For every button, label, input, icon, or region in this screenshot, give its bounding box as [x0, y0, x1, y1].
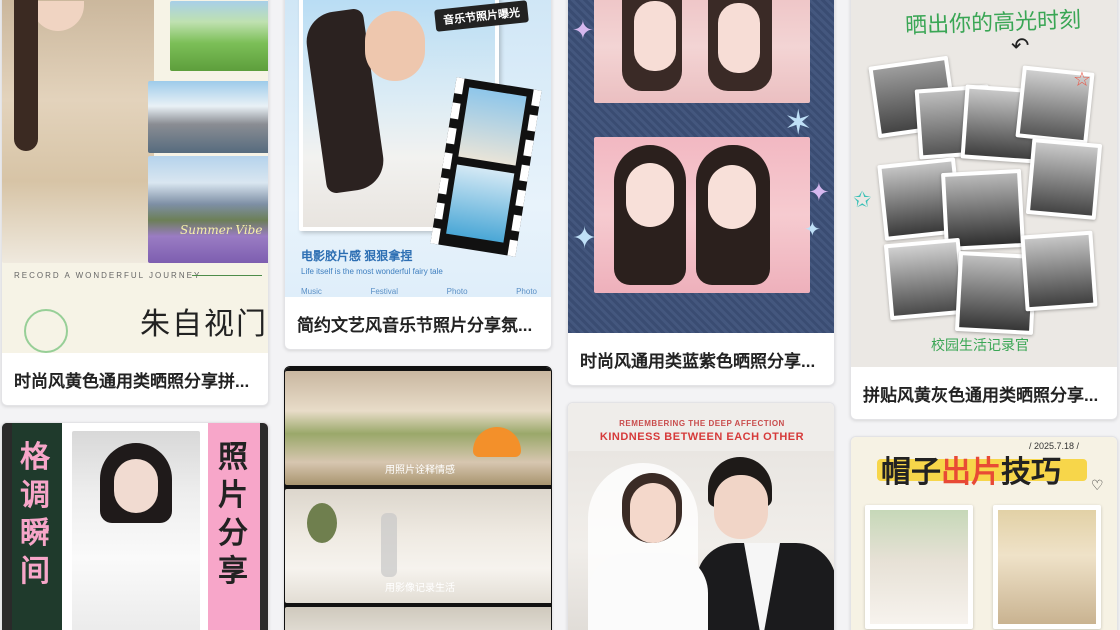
- card-thumbnail: / 2025.7.18 / 帽子出片技巧 ♡: [851, 437, 1117, 630]
- card-headline: KINDNESS BETWEEN EACH OTHER: [599, 431, 805, 443]
- card-thumbnail: 格调瞬间 照片分享: [2, 423, 268, 630]
- template-card-7[interactable]: REMEMBERING THE DEEP AFFECTION KINDNESS …: [567, 402, 835, 630]
- star-doodle-icon: ☆: [1073, 69, 1091, 91]
- photo-green-meadow: [170, 1, 268, 71]
- template-card-6[interactable]: 用照片诠释情感 用影像记录生活: [284, 366, 552, 630]
- card-thumbnail: 用照片诠释情感 用影像记录生活: [285, 367, 551, 630]
- face-top-right: [718, 3, 760, 73]
- heart-icon: ♡: [1091, 477, 1104, 493]
- card-caption[interactable]: 时尚风黄色通用类晒照分享拼...: [2, 353, 268, 405]
- bride-face: [630, 483, 676, 543]
- template-card-5[interactable]: 格调瞬间 照片分享: [1, 422, 269, 630]
- star-doodle-icon: ✩: [853, 187, 872, 212]
- card-headline: 电影胶片感 狠狠拿捏: [301, 249, 413, 263]
- card-tagline: Life itself is the most wonderful fairy …: [301, 267, 443, 276]
- photo-bottom-strip: [285, 607, 551, 630]
- photo-snow-mountains: [148, 81, 268, 153]
- face-bottom-left: [626, 163, 674, 227]
- overlay-caption-2: 用影像记录生活: [385, 583, 455, 594]
- groom-face: [714, 475, 768, 539]
- card-title: 帽子出片技巧: [881, 456, 1061, 489]
- card-caption[interactable]: 时尚风通用类蓝紫色晒照分享...: [568, 333, 834, 385]
- card-thumbnail: 音乐节照片曝光 电影胶片感 狠狠拿捏 Life itself is the mo…: [285, 0, 551, 297]
- card-caption[interactable]: 简约文艺风音乐节照片分享氛...: [285, 297, 551, 349]
- template-card-2[interactable]: 音乐节照片曝光 电影胶片感 狠狠拿捏 Life itself is the mo…: [284, 0, 552, 350]
- glass-bottle: [381, 513, 397, 577]
- face-top-left: [634, 1, 676, 71]
- bride-dress: [588, 553, 708, 630]
- sparkle-icon: ✦: [572, 222, 598, 255]
- sparkle-icon: ✶: [784, 104, 813, 142]
- photo-girl-hat-2: [993, 505, 1101, 629]
- template-card-4[interactable]: 晒出你的高光时刻 ↶ ☆ ✩ 校园生活记录官 拼贴风黄灰色通用类晒照分享...: [850, 0, 1118, 420]
- card-caption[interactable]: 拼贴风黄灰色通用类晒照分享...: [851, 367, 1117, 419]
- photo-girl-hat-1: [865, 505, 973, 629]
- card-thumbnail: REMEMBERING THE DEEP AFFECTION KINDNESS …: [568, 403, 834, 630]
- arrow-doodle-icon: ↶: [1011, 33, 1030, 58]
- handwritten-title: 晒出你的高光时刻: [904, 7, 1082, 40]
- plant: [307, 503, 337, 543]
- right-vertical-title: 照片分享: [218, 441, 248, 588]
- polaroid-photo: [1020, 230, 1098, 312]
- divider-line: [192, 275, 262, 276]
- left-vertical-title: 格调瞬间: [20, 441, 50, 588]
- template-card-3[interactable]: ✦ ✶ ✦ ✦ ✦ 时尚风通用类蓝紫色晒照分享...: [567, 0, 835, 386]
- card-eyebrow: REMEMBERING THE DEEP AFFECTION: [619, 419, 785, 428]
- face-bottom-right: [708, 165, 756, 229]
- tag-row: Music Festival Photo Photo: [301, 287, 537, 296]
- template-card-1[interactable]: Summer Vibe RECORD A WONDERFUL JOURNEY 朱…: [1, 0, 269, 406]
- handwritten-footer: 校园生活记录官: [931, 338, 1029, 354]
- card-thumbnail: Summer Vibe RECORD A WONDERFUL JOURNEY 朱…: [2, 0, 268, 353]
- journey-subtitle: RECORD A WONDERFUL JOURNEY: [14, 271, 202, 280]
- face: [114, 459, 158, 513]
- stamp-icon: [24, 309, 68, 353]
- hair: [14, 0, 38, 151]
- handwriting-text: 朱自视门: [140, 307, 268, 342]
- script-text: Summer Vibe: [180, 223, 263, 237]
- sparkle-icon: ✦: [804, 219, 821, 241]
- sparkle-icon: ✦: [572, 15, 594, 45]
- card-thumbnail: ✦ ✶ ✦ ✦ ✦: [568, 0, 834, 333]
- template-card-8[interactable]: / 2025.7.18 / 帽子出片技巧 ♡: [850, 436, 1118, 630]
- sparkle-icon: ✦: [808, 177, 830, 207]
- face: [365, 11, 425, 81]
- overlay-caption-1: 用照片诠释情感: [385, 465, 455, 476]
- right-label-band: [260, 423, 268, 630]
- photo-lavender-field: [148, 156, 268, 263]
- polaroid-photo: [1025, 138, 1103, 220]
- card-thumbnail: 晒出你的高光时刻 ↶ ☆ ✩ 校园生活记录官: [851, 0, 1117, 367]
- left-label-band: [2, 423, 12, 630]
- polaroid-photo: [883, 237, 967, 321]
